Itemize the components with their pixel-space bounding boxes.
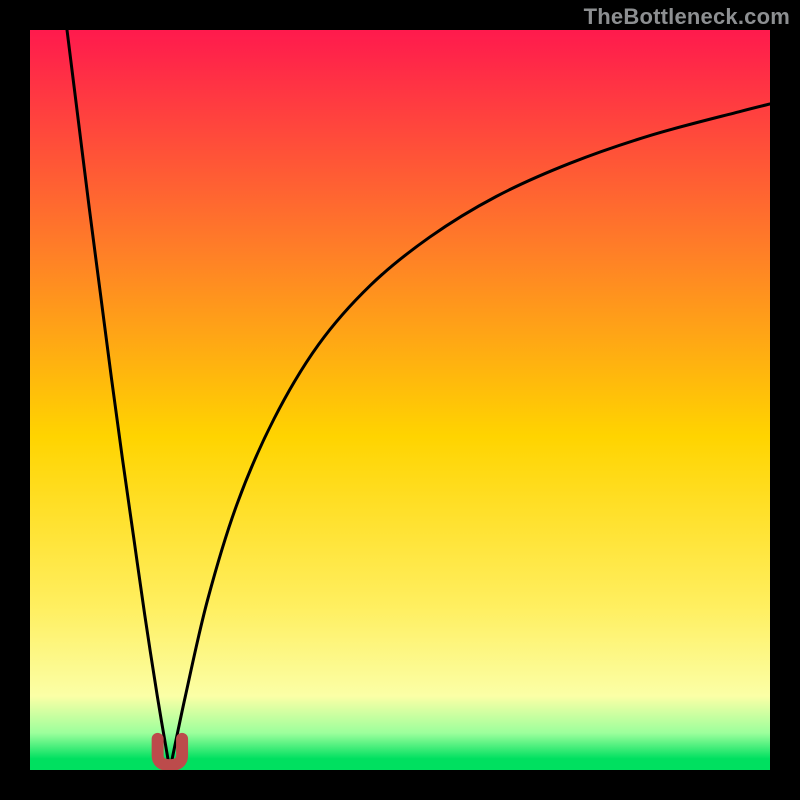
bottleneck-chart: [30, 30, 770, 770]
watermark-text: TheBottleneck.com: [584, 4, 790, 30]
chart-frame: TheBottleneck.com: [0, 0, 800, 800]
gradient-background: [30, 30, 770, 770]
